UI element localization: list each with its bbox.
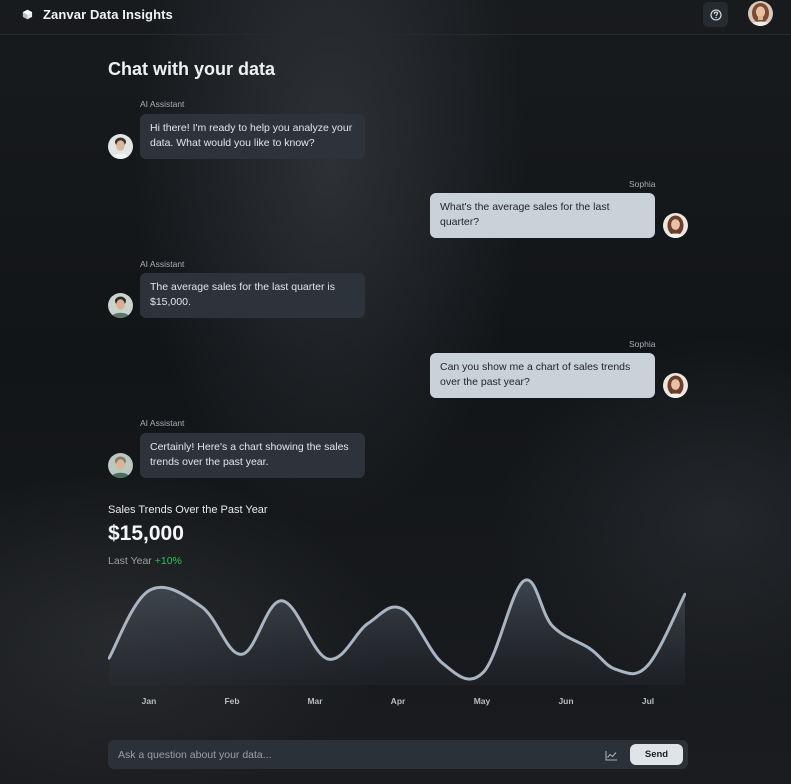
chart-title: Sales Trends Over the Past Year (108, 504, 268, 516)
assistant-message-bubble: The average sales for the last quarter i… (140, 273, 365, 318)
cube-logo-icon (22, 9, 33, 19)
chart-x-tick-label: Mar (307, 696, 323, 706)
assistant-message-bubble: Certainly! Here's a chart showing the sa… (140, 433, 365, 478)
send-button[interactable]: Send (630, 744, 683, 765)
chart-area-fill (109, 579, 685, 685)
chart-x-tick-label: Jan (141, 696, 157, 706)
chart-x-tick-label: May (473, 696, 491, 706)
chart-value: $15,000 (108, 522, 184, 545)
chart-x-tick-label: Feb (224, 696, 240, 706)
message-sender: AI Assistant (140, 259, 185, 269)
assistant-avatar (108, 293, 133, 318)
top-bar: Zanvar Data Insights (0, 0, 791, 35)
message-sender: Sophia (629, 339, 656, 349)
assistant-avatar (108, 453, 133, 478)
user-message-avatar (663, 213, 688, 238)
user-message-avatar (663, 373, 688, 398)
message-sender: AI Assistant (140, 99, 185, 109)
assistant-avatar-image (108, 453, 133, 478)
user-message-bubble: Can you show me a chart of sales trends … (430, 353, 655, 398)
help-button[interactable] (703, 2, 728, 27)
assistant-message-bubble: Hi there! I'm ready to help you analyze … (140, 114, 365, 159)
sales-trend-chart (108, 578, 686, 685)
sophia-avatar-image (663, 213, 688, 238)
chart-change: +10% (154, 555, 182, 567)
brand[interactable]: Zanvar Data Insights (22, 6, 173, 22)
help-circle-icon (709, 8, 722, 21)
sophia-avatar-image (663, 373, 688, 398)
user-message-bubble: What's the average sales for the last qu… (430, 193, 655, 238)
chart-x-tick-label: Jul (641, 696, 655, 706)
assistant-avatar-image (108, 293, 133, 318)
chart-period: Last Year +10% (108, 555, 182, 567)
assistant-avatar (108, 134, 133, 159)
brand-name: Zanvar Data Insights (43, 6, 173, 22)
insert-chart-button[interactable] (603, 747, 619, 763)
user-avatar[interactable] (748, 1, 773, 26)
sophia-avatar-image (748, 1, 773, 26)
page-title: Chat with your data (108, 59, 276, 79)
message-sender: Sophia (629, 179, 656, 189)
assistant-avatar-image (108, 134, 133, 159)
chat-composer: Send (108, 740, 688, 769)
chart-x-tick-label: Jun (558, 696, 574, 706)
app-root: Zanvar Data Insights Chat with your data… (0, 0, 791, 784)
message-sender: AI Assistant (140, 418, 185, 428)
line-chart-icon (604, 750, 617, 761)
chat-input[interactable] (118, 746, 588, 763)
chart-x-tick-label: Apr (390, 696, 406, 706)
chart-period-label: Last Year (108, 555, 152, 567)
